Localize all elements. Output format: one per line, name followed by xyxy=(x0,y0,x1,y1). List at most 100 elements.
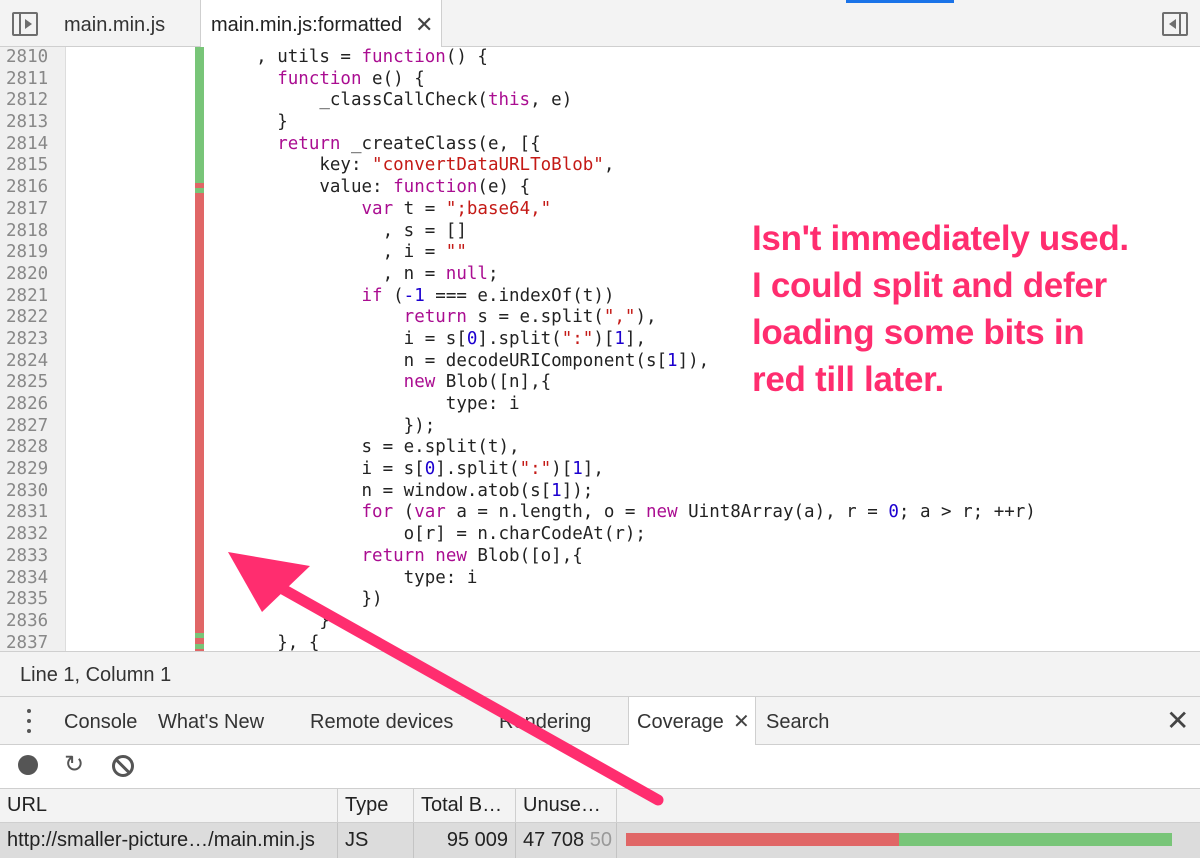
coverage-marker xyxy=(195,285,204,308)
cell-type: JS xyxy=(338,823,414,858)
line-numbers: 2810 2811 2812 2813 2814 2815 2816 2817 2818 2819… xyxy=(6,47,48,651)
coverage-marker xyxy=(195,459,204,482)
unused-bytes-bar xyxy=(626,833,899,846)
tab-remote-devices[interactable]: Remote devices xyxy=(310,697,453,745)
table-row[interactable]: http://smaller-picture…/main.min.js JS 9… xyxy=(0,823,1200,858)
line-number: 2825 xyxy=(6,372,49,393)
tab-bar-accent xyxy=(846,0,954,3)
line-number: 2831 xyxy=(6,502,49,523)
line-number: 2814 xyxy=(6,133,49,154)
column-unused-bytes[interactable]: Unuse… xyxy=(516,789,617,823)
coverage-marker xyxy=(195,68,204,91)
close-tab-icon[interactable]: ✕ xyxy=(415,0,433,50)
line-number: 2818 xyxy=(6,220,49,241)
tab-coverage-label: Coverage xyxy=(637,711,724,733)
line-number: 2827 xyxy=(6,415,49,436)
toggle-navigator-icon[interactable] xyxy=(12,12,38,36)
line-number: 2811 xyxy=(6,68,49,89)
status-bar: Line 1, Column 1 xyxy=(0,651,1200,697)
tab-coverage[interactable]: Coverage ✕ xyxy=(628,697,756,746)
coverage-marker xyxy=(195,155,204,178)
coverage-marker xyxy=(195,307,204,330)
coverage-marker xyxy=(195,589,204,612)
coverage-marker xyxy=(195,220,204,243)
line-number: 2823 xyxy=(6,328,49,349)
column-type[interactable]: Type xyxy=(338,789,414,823)
code-line: , utils = function() { xyxy=(214,47,488,67)
close-coverage-icon[interactable]: ✕ xyxy=(733,697,750,747)
coverage-marker xyxy=(195,90,204,113)
code-line: o[r] = n.charCodeAt(r); xyxy=(214,524,646,545)
line-number: 2810 xyxy=(6,47,49,67)
code-line: return new Blob([o],{ xyxy=(361,545,583,566)
tab-search[interactable]: Search xyxy=(766,697,829,745)
tab-rendering[interactable]: Rendering xyxy=(499,697,591,745)
coverage-marker xyxy=(195,133,204,156)
coverage-marker-bar xyxy=(195,47,204,651)
line-number: 2821 xyxy=(6,285,49,306)
unused-percent: 50 xyxy=(589,829,612,851)
cell-unused-bytes: 47 708 50 xyxy=(516,823,617,858)
column-total-bytes[interactable]: Total B… xyxy=(414,789,516,823)
tab-whats-new[interactable]: What's New xyxy=(158,697,264,745)
line-number: 2829 xyxy=(6,459,49,480)
code-line: for (var a = n.length, o = new Uint8Arra… xyxy=(361,502,1036,523)
coverage-marker xyxy=(195,524,204,547)
line-number: 2824 xyxy=(6,350,49,371)
cursor-position: Line 1, Column 1 xyxy=(20,664,172,686)
line-number: 2835 xyxy=(6,589,49,610)
code-line: key: "convertDataURLToBlob", xyxy=(214,155,615,176)
clear-icon[interactable] xyxy=(112,755,134,777)
line-number: 2836 xyxy=(6,610,49,631)
line-number: 2817 xyxy=(6,198,49,219)
coverage-table: URL Type Total B… Unuse… http://smaller-… xyxy=(0,789,1200,858)
drawer-tab-bar: Console What's New Remote devices Render… xyxy=(0,697,1200,746)
line-number: 2837 xyxy=(6,632,49,651)
line-number: 2834 xyxy=(6,567,49,588)
coverage-marker xyxy=(195,546,204,569)
coverage-marker xyxy=(195,47,204,70)
line-number: 2833 xyxy=(6,545,49,566)
line-number: 2816 xyxy=(6,177,49,198)
line-number: 2813 xyxy=(6,112,49,133)
line-number: 2826 xyxy=(6,394,49,414)
code-line: i = s[0].split(":")[1], xyxy=(214,459,604,480)
code-line: s = e.split(t), xyxy=(214,437,520,458)
line-number-gutter: 2810 2811 2812 2813 2814 2815 2816 2817 2818 2819… xyxy=(0,47,66,651)
line-number: 2812 xyxy=(6,90,49,111)
coverage-marker xyxy=(195,481,204,504)
code-line: return _createClass(e, [{ xyxy=(277,133,541,154)
line-number: 2815 xyxy=(6,155,49,176)
tab-label: main.min.js:formatted xyxy=(211,14,403,36)
line-number: 2822 xyxy=(6,307,49,328)
cell-url: http://smaller-picture…/main.min.js xyxy=(0,823,338,858)
toggle-debugger-icon[interactable] xyxy=(1162,12,1188,36)
code-editor[interactable]: 2810 2811 2812 2813 2814 2815 2816 2817 2818 2819… xyxy=(0,47,1200,651)
tab-main-min-js-formatted[interactable]: main.min.js:formatted ✕ xyxy=(200,0,442,48)
coverage-toolbar: ↻ xyxy=(0,745,1200,789)
coverage-marker xyxy=(195,242,204,265)
code-line: function e() { xyxy=(277,68,425,89)
more-tools-icon[interactable] xyxy=(27,709,31,733)
tab-main-min-js[interactable]: main.min.js xyxy=(64,0,165,47)
reload-icon[interactable]: ↻ xyxy=(64,751,84,779)
line-number: 2828 xyxy=(6,437,49,458)
tab-console[interactable]: Console xyxy=(64,697,137,745)
column-url[interactable]: URL xyxy=(0,789,338,823)
usage-visualization-bar xyxy=(626,833,1172,846)
coverage-marker xyxy=(195,567,204,590)
coverage-marker xyxy=(195,264,204,287)
code-line: }) xyxy=(214,589,383,610)
close-drawer-icon[interactable]: ✕ xyxy=(1166,702,1189,740)
code-line: }); xyxy=(214,415,436,436)
coverage-marker xyxy=(195,502,204,525)
source-tab-bar: main.min.js main.min.js:formatted ✕ xyxy=(0,0,1200,48)
line-number: 2820 xyxy=(6,263,49,284)
line-number: 2819 xyxy=(6,242,49,263)
record-icon[interactable] xyxy=(18,755,38,775)
code-line: }, { xyxy=(214,632,320,651)
coverage-marker xyxy=(195,329,204,352)
line-number: 2830 xyxy=(6,480,49,501)
code-line: _classCallCheck(this, e) xyxy=(214,90,573,111)
coverage-marker xyxy=(195,611,204,634)
